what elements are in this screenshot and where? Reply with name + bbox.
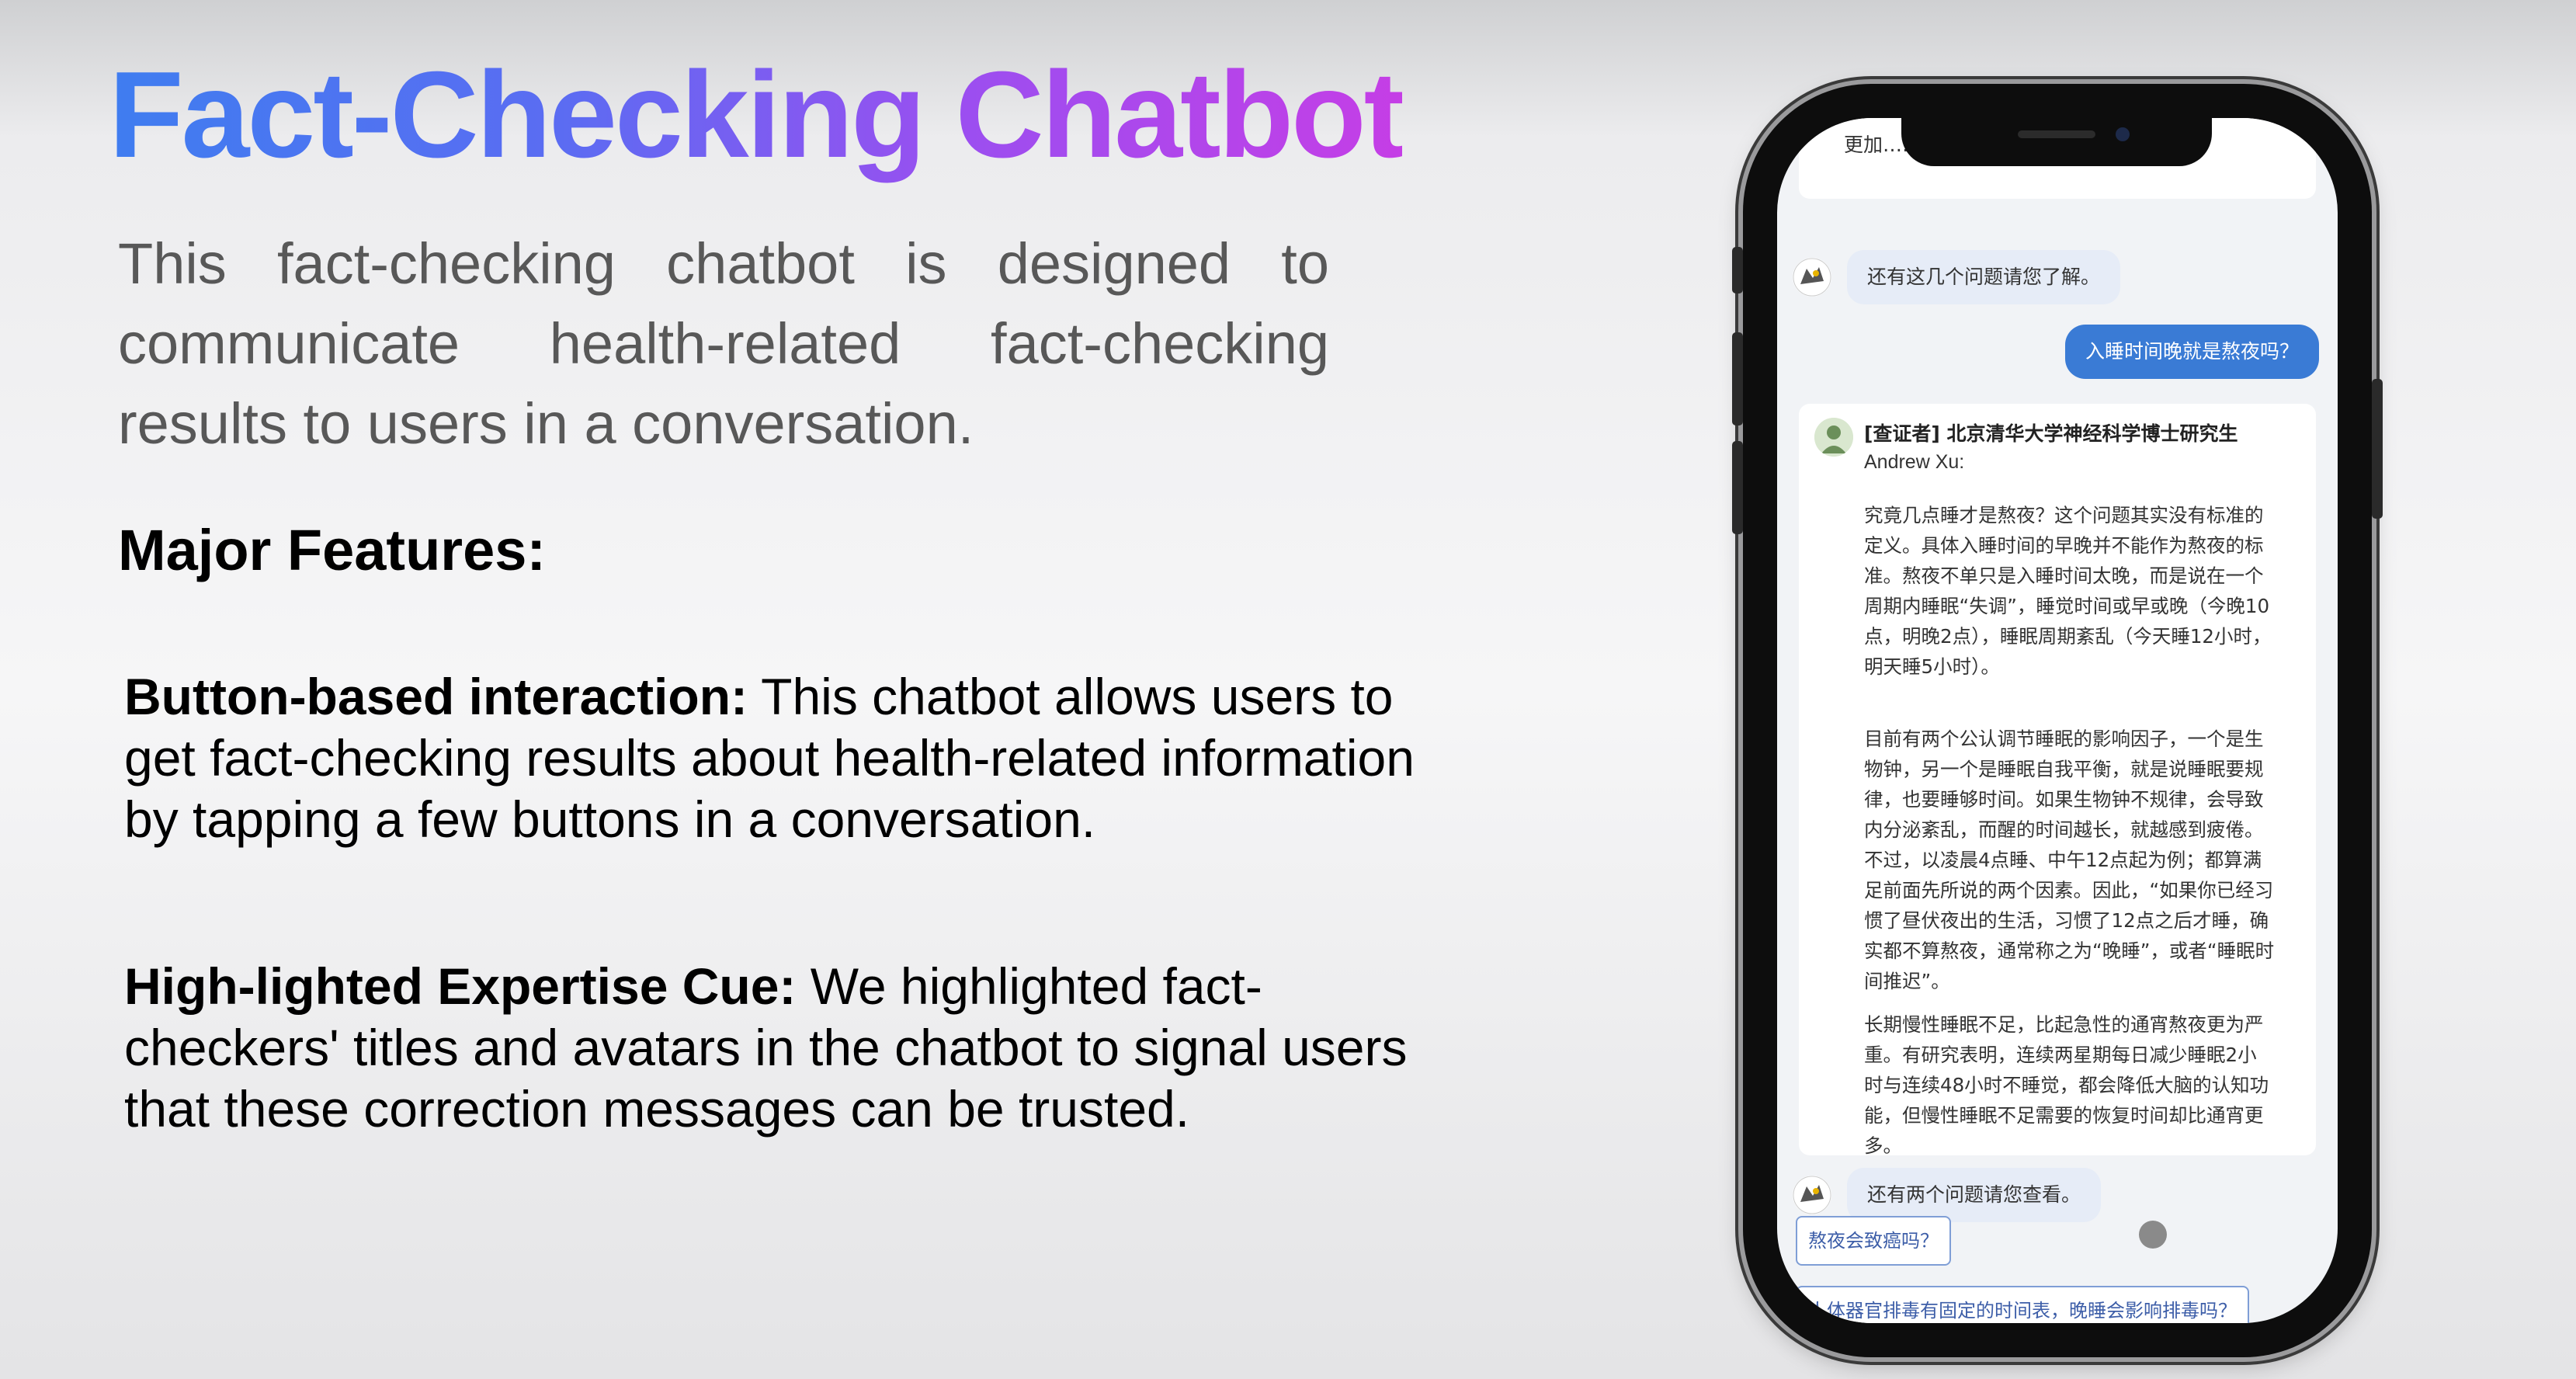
bot-message-bubble: 还有两个问题请您查看。 (1847, 1168, 2102, 1222)
phone-volume-up-button (1732, 332, 1743, 426)
answer-paragraph: 究竟几点睡才是熬夜？这个问题其实没有标准的定义。具体入睡时间的早晚并不能作为熬夜… (1864, 504, 2272, 678)
phone-volume-down-button (1732, 441, 1743, 534)
floating-touch-indicator (2139, 1221, 2167, 1249)
phone-mockup: 更加……或直接导致肺漏气。 还有这几个问题请您了解。 入睡时间晚就是熬夜吗？ [… (1732, 84, 2383, 1357)
user-message-bubble: 入睡时间晚就是熬夜吗？ (2064, 325, 2319, 379)
feature-name: Button-based interaction: (124, 668, 748, 725)
expert-avatar-icon (1814, 418, 1853, 457)
feature-button-interaction: Button-based interaction: This chatbot a… (124, 666, 1475, 850)
front-camera (2116, 127, 2130, 141)
slide-title: Fact-Checking Chatbot (109, 47, 1404, 183)
chat-screen[interactable]: 更加……或直接导致肺漏气。 还有这几个问题请您了解。 入睡时间晚就是熬夜吗？ [… (1777, 118, 2338, 1323)
phone-silent-switch (1732, 247, 1743, 294)
option-button-cancer[interactable]: 熬夜会致癌吗？ (1796, 1216, 1951, 1266)
expert-title: [查证者] 北京清华大学神经科学博士研究生 (1864, 422, 2238, 445)
feature-expertise-cue: High-lighted Expertise Cue: We highlight… (124, 956, 1475, 1140)
expert-name: Andrew Xu: (1864, 451, 1965, 473)
expert-answer-card: [查证者] 北京清华大学神经科学博士研究生 Andrew Xu: 究竟几点睡才是… (1799, 404, 2316, 1157)
phone-power-button (2372, 379, 2383, 519)
feature-name: High-lighted Expertise Cue: (124, 957, 797, 1015)
bot-avatar-icon (1793, 258, 1831, 297)
bot-message-bubble: 还有这几个问题请您了解。 (1847, 250, 2121, 304)
bot-avatar-icon (1793, 1176, 1831, 1214)
option-button-detox[interactable]: 人体器官排毒有固定的时间表，晚睡会影响排毒吗？ (1796, 1286, 2249, 1323)
phone-notch (1901, 118, 2212, 166)
answer-paragraph: 目前有两个公认调节睡眠的影响因子，一个是生物钟，另一个是睡眠自我平衡，就是说睡眠… (1864, 728, 2275, 992)
answer-paragraph: 长期慢性睡眠不足，比起急性的通宵熬夜更为严重。有研究表明，连续两星期每日减少睡眠… (1864, 1013, 2269, 1157)
features-heading: Major Features: (118, 518, 547, 582)
intro-text: This fact-checking chatbot is designed t… (118, 231, 1329, 456)
speaker-grille (2018, 130, 2095, 138)
